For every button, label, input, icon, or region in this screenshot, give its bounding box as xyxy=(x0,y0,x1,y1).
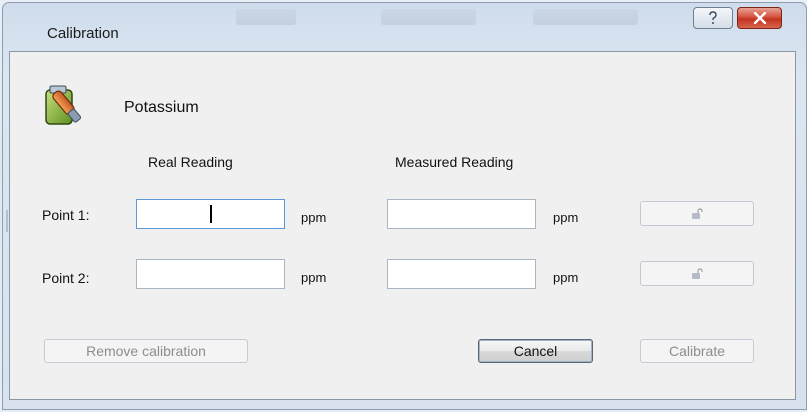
point-2-measured-reading-input[interactable] xyxy=(387,259,536,289)
point-1-label: Point 1: xyxy=(42,207,90,223)
background-window-ghost xyxy=(381,9,476,25)
help-icon xyxy=(709,11,717,24)
unlocked-padlock-icon xyxy=(692,267,703,279)
point-2-lock-button[interactable] xyxy=(640,261,754,286)
point-2-label: Point 2: xyxy=(42,270,90,286)
point-1-measured-unit: ppm xyxy=(553,210,579,225)
point-2-real-unit: ppm xyxy=(301,270,327,285)
title-bar[interactable]: Calibration xyxy=(3,3,806,47)
text-caret xyxy=(210,205,212,223)
real-reading-header: Real Reading xyxy=(148,154,233,170)
window-edge-mark xyxy=(6,210,8,232)
point-2-real-reading-input[interactable] xyxy=(136,259,285,289)
potassium-sensor-icon xyxy=(45,85,82,125)
cancel-button[interactable]: Cancel xyxy=(478,339,593,363)
point-1-measured-reading-input[interactable] xyxy=(387,199,536,229)
point-1-lock-button[interactable] xyxy=(640,201,754,226)
close-button[interactable] xyxy=(737,7,782,29)
point-2-measured-unit: ppm xyxy=(553,270,579,285)
dialog-content: Potassium Real Reading Measured Reading … xyxy=(9,51,796,400)
unlocked-padlock-icon xyxy=(692,207,703,219)
window-title: Calibration xyxy=(47,25,119,42)
calibrate-button[interactable]: Calibrate xyxy=(640,339,754,363)
measured-reading-header: Measured Reading xyxy=(395,154,514,170)
point-1-real-unit: ppm xyxy=(301,210,327,225)
help-button[interactable] xyxy=(693,7,733,29)
background-window-ghost xyxy=(533,9,638,25)
element-name: Potassium xyxy=(124,99,199,116)
close-icon xyxy=(753,12,766,24)
background-window-ghost xyxy=(236,9,296,25)
remove-calibration-button[interactable]: Remove calibration xyxy=(44,339,248,363)
